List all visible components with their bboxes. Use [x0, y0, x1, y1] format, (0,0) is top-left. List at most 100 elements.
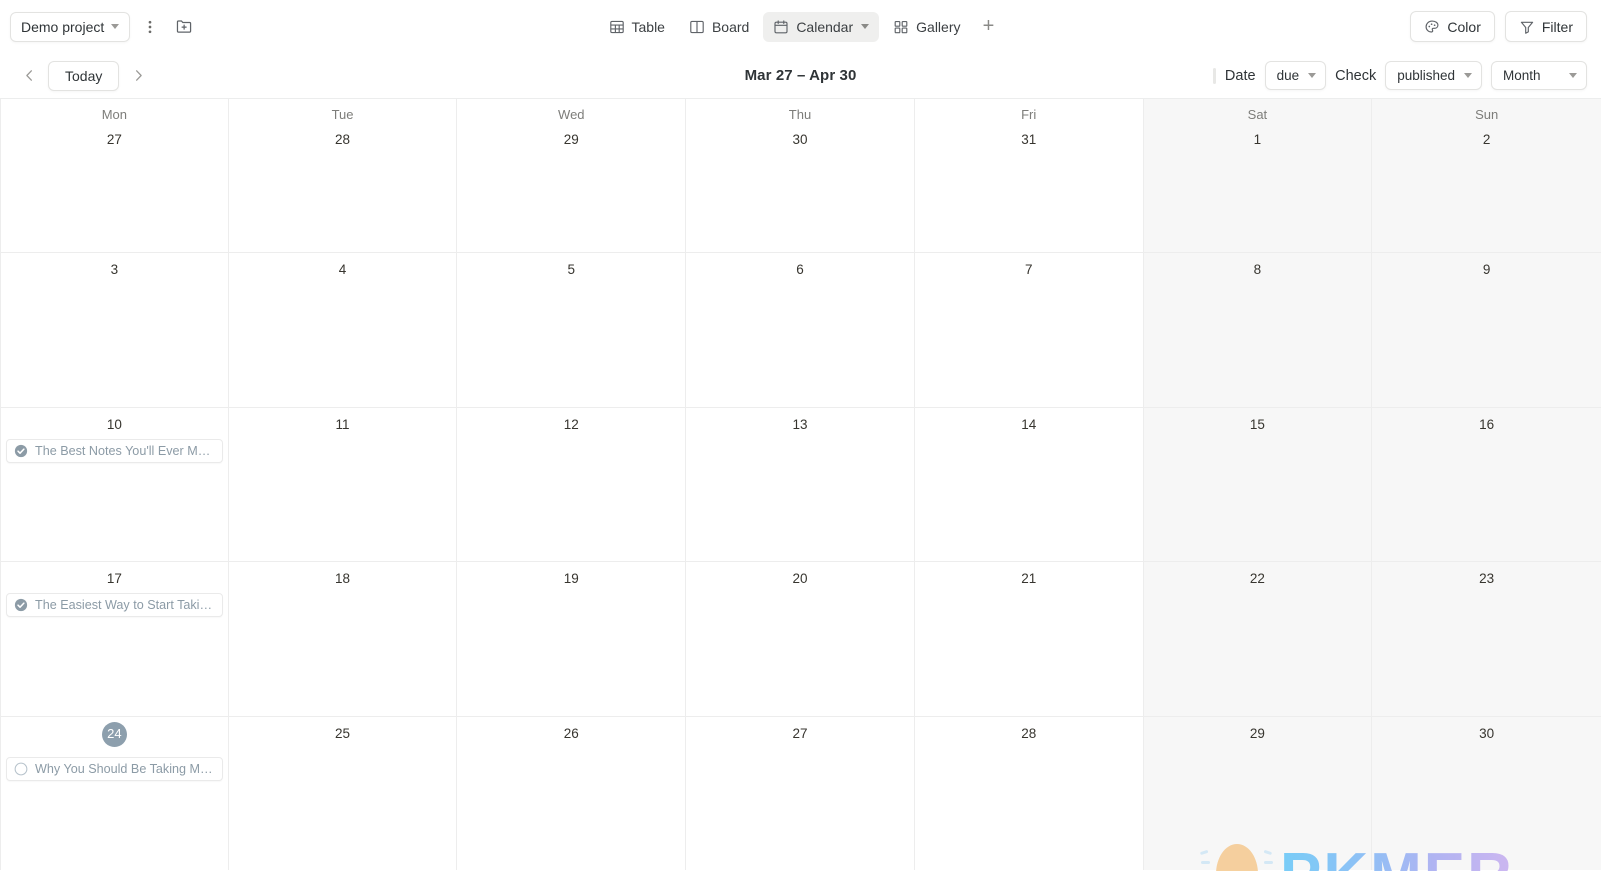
- calendar-day-cell[interactable]: 14: [915, 407, 1144, 562]
- calendar-day-cell[interactable]: 11: [229, 407, 458, 562]
- calendar-week-row: Mon 27 Tue 28 Wed 29 Thu 30 Fri 31 Sat 1 Sun 2: [0, 99, 1601, 254]
- day-number: 3: [110, 262, 119, 278]
- calendar-day-cell[interactable]: 24 Why You Should Be Taking More …: [0, 716, 229, 871]
- calendar-day-cell[interactable]: 9: [1372, 253, 1601, 407]
- calendar-icon: [774, 19, 788, 33]
- day-number: 19: [563, 571, 579, 587]
- day-number: 21: [1021, 571, 1037, 587]
- calendar-day-cell[interactable]: 28: [915, 716, 1144, 871]
- calendar-day-cell[interactable]: 12: [457, 407, 687, 562]
- calendar-day-cell[interactable]: 5: [457, 253, 687, 407]
- checkbox-checked-icon[interactable]: [14, 598, 28, 612]
- day-number: 30: [1479, 725, 1495, 741]
- project-selector[interactable]: Demo project: [10, 11, 131, 42]
- calendar-day-cell[interactable]: 21: [915, 562, 1144, 716]
- calendar-day-cell[interactable]: 30: [1372, 716, 1601, 871]
- filter-button-label: Filter: [1541, 18, 1573, 35]
- calendar-toolbar: Today Mar 27 – Apr 30 Date due Check pub…: [0, 53, 1601, 98]
- more-vertical-icon: [148, 20, 152, 33]
- day-number: 25: [335, 725, 351, 741]
- next-period-button[interactable]: [125, 63, 151, 89]
- view-tabs: Table Board Calendar Gallery +: [598, 11, 1003, 42]
- previous-period-button[interactable]: [16, 63, 42, 89]
- today-button[interactable]: Today: [48, 60, 120, 91]
- toolbar-right-group: Color Filter: [1410, 11, 1587, 42]
- day-number: 28: [1021, 725, 1037, 741]
- day-of-week-label: Fri: [1021, 107, 1037, 122]
- day-number: 2: [1482, 132, 1491, 147]
- calendar-day-cell[interactable]: 26: [457, 716, 687, 871]
- day-number: 23: [1479, 571, 1495, 587]
- day-number: 29: [1249, 725, 1265, 741]
- day-number: 28: [335, 132, 351, 147]
- date-property-select[interactable]: due: [1264, 61, 1327, 90]
- date-property-label: Date: [1224, 67, 1256, 84]
- calendar-day-cell[interactable]: 15: [1143, 407, 1373, 562]
- check-property-select[interactable]: published: [1385, 61, 1482, 90]
- color-button[interactable]: Color: [1410, 11, 1495, 42]
- day-number: 4: [338, 262, 347, 278]
- calendar-day-cell[interactable]: Fri 31: [915, 99, 1144, 253]
- calendar-event[interactable]: The Easiest Way to Start Taking N…: [6, 593, 223, 618]
- calendar-day-cell[interactable]: 22: [1143, 562, 1373, 716]
- chevron-left-icon: [25, 70, 32, 81]
- tab-gallery[interactable]: Gallery: [883, 12, 970, 42]
- tab-board[interactable]: Board: [679, 12, 759, 42]
- calendar-day-cell[interactable]: Sat 1: [1143, 99, 1373, 253]
- calendar-day-cell[interactable]: 10 The Best Notes You'll Ever Make: [0, 407, 229, 562]
- calendar-day-cell[interactable]: Thu 30: [686, 99, 915, 253]
- calendar-day-cell[interactable]: Sun 2: [1372, 99, 1601, 253]
- tab-calendar[interactable]: Calendar: [763, 11, 880, 42]
- tab-table-label: Table: [631, 18, 665, 35]
- calendar-day-cell[interactable]: Wed 29: [457, 99, 687, 253]
- color-button-label: Color: [1447, 18, 1481, 35]
- calendar-day-cell[interactable]: Mon 27: [0, 99, 229, 253]
- calendar-day-cell[interactable]: 19: [457, 562, 687, 716]
- calendar-event-title: The Best Notes You'll Ever Make: [35, 443, 215, 458]
- calendar-day-cell[interactable]: 17 The Easiest Way to Start Taking N…: [0, 562, 229, 716]
- new-folder-button[interactable]: [170, 13, 198, 41]
- calendar-day-cell[interactable]: 27: [686, 716, 915, 871]
- calendar-day-cell[interactable]: 18: [229, 562, 458, 716]
- day-number: 15: [1249, 416, 1265, 432]
- chevron-right-icon: [135, 70, 142, 81]
- calendar-day-cell[interactable]: 13: [686, 407, 915, 562]
- calendar-event[interactable]: Why You Should Be Taking More …: [6, 756, 223, 781]
- calendar-day-cell[interactable]: 6: [686, 253, 915, 407]
- day-number: 16: [1479, 416, 1495, 432]
- day-of-week-label: Thu: [788, 107, 812, 122]
- calendar-day-cell[interactable]: 20: [686, 562, 915, 716]
- day-number: 13: [792, 416, 808, 432]
- calendar-day-cell[interactable]: 7: [915, 253, 1144, 407]
- day-number: 6: [796, 262, 804, 278]
- calendar-event[interactable]: The Best Notes You'll Ever Make: [6, 438, 223, 463]
- filter-button[interactable]: Filter: [1504, 11, 1587, 42]
- calendar-day-cell[interactable]: 3: [0, 253, 229, 407]
- day-number: 20: [792, 571, 808, 587]
- day-number-today: 24: [1, 721, 228, 751]
- chevron-down-icon: [861, 24, 870, 29]
- more-options-button[interactable]: [136, 13, 164, 41]
- calendar-day-cell[interactable]: 16: [1372, 407, 1601, 562]
- chevron-down-icon: [1308, 73, 1317, 78]
- checkbox-unchecked-icon[interactable]: [14, 762, 28, 776]
- calendar-day-cell[interactable]: 8: [1143, 253, 1373, 407]
- zoom-level-value: Month: [1503, 68, 1541, 83]
- calendar-week-row: 17 The Easiest Way to Start Taking N… 18 19…: [0, 562, 1601, 717]
- calendar-day-cell[interactable]: 29: [1143, 716, 1373, 871]
- day-number: 26: [563, 725, 579, 741]
- add-view-button[interactable]: +: [975, 13, 1003, 41]
- checkbox-checked-icon[interactable]: [14, 444, 28, 458]
- calendar-day-cell[interactable]: 23: [1372, 562, 1601, 716]
- calendar-event-title: Why You Should Be Taking More …: [35, 761, 215, 776]
- zoom-level-select[interactable]: Month: [1491, 61, 1587, 90]
- tab-table[interactable]: Table: [598, 12, 674, 42]
- day-of-week-label: Sat: [1247, 107, 1268, 122]
- toolbar-divider: [1212, 67, 1216, 84]
- calendar-day-cell[interactable]: 4: [229, 253, 458, 407]
- day-number: 8: [1253, 262, 1262, 278]
- chevron-down-icon: [111, 24, 120, 29]
- calendar-day-cell[interactable]: 25: [229, 716, 458, 871]
- calendar-day-cell[interactable]: Tue 28: [229, 99, 458, 253]
- top-toolbar: Demo project Table Board Calendar Galler…: [0, 0, 1601, 53]
